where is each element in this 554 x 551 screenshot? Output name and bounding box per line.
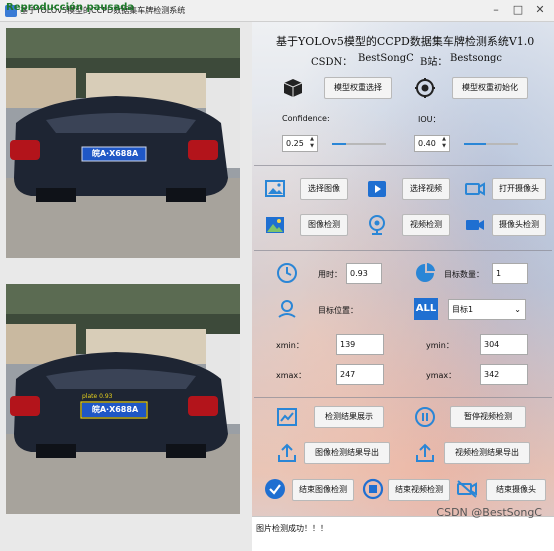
end-camera-button[interactable]: 结束摄像头: [486, 479, 546, 501]
init-weights-button[interactable]: 模型权重初始化: [452, 77, 528, 99]
video-camera-icon: [464, 214, 486, 236]
end-video-button[interactable]: 结束视频检测: [388, 479, 450, 501]
open-camera-button[interactable]: 打开摄像头: [492, 178, 546, 200]
original-image: 皖A·X688A: [6, 28, 240, 258]
maximize-icon[interactable]: □: [510, 3, 526, 17]
landscape-icon: [264, 214, 286, 236]
xmax-label: xmax：: [276, 371, 307, 380]
detected-plate-text: 皖A·X688A: [91, 405, 139, 414]
chevron-down-icon[interactable]: ⌄: [514, 300, 521, 319]
spin-arrows-icon[interactable]: ▲ ▼: [308, 136, 316, 151]
location-icon: [276, 298, 298, 320]
select-video-button[interactable]: 选择视频: [402, 178, 450, 200]
spin-arrows-icon[interactable]: ▲ ▼: [440, 136, 448, 151]
xmin-label: xmin：: [276, 341, 304, 350]
pause-icon: [414, 406, 436, 428]
export-video-button[interactable]: 视频检测结果导出: [444, 442, 530, 464]
position-label: 目标位置：: [318, 306, 358, 315]
pause-video-button[interactable]: 暂停视频检测: [450, 406, 526, 428]
count-field[interactable]: 1: [492, 263, 528, 284]
status-bar: 图片检测成功！！！: [252, 516, 554, 551]
detection-label: plate 0.93: [82, 393, 113, 400]
target-select[interactable]: 目标1 ⌄: [448, 299, 526, 320]
cube-icon: [282, 77, 304, 99]
clock-icon: [276, 262, 298, 284]
target-select-value: 目标1: [452, 305, 474, 314]
detected-image: plate 0.93 皖A·X688A: [6, 284, 240, 514]
camera-icon: [464, 178, 486, 200]
export-image-button[interactable]: 图像检测结果导出: [304, 442, 390, 464]
settings-icon: [414, 77, 436, 99]
title-bar: 基于YOLOv5模型的CCPD数据集车牌检测系统 Reproducción pa…: [0, 0, 554, 22]
divider: [254, 397, 552, 398]
csdn-label: CSDN：: [311, 57, 353, 68]
background-image: [252, 22, 554, 551]
stop-icon: [362, 478, 384, 500]
confidence-value: 0.25: [286, 139, 304, 148]
ymin-label: ymin：: [426, 341, 454, 350]
xmin-field[interactable]: 139: [336, 334, 384, 355]
ymin-field[interactable]: 304: [480, 334, 528, 355]
image-icon: [264, 178, 286, 200]
select-image-button[interactable]: 选择图像: [300, 178, 348, 200]
time-label: 用时：: [318, 270, 342, 279]
csdn-value: BestSongC: [358, 53, 414, 64]
overlay-text: Reproducción pausada: [6, 2, 135, 13]
camera-detect-button[interactable]: 摄像头检测: [492, 214, 546, 236]
minimize-icon[interactable]: –: [488, 3, 504, 17]
check-circle-icon: [264, 478, 286, 500]
show-results-button[interactable]: 检测结果展示: [314, 406, 384, 428]
ymax-field[interactable]: 342: [480, 364, 528, 385]
iou-slider-fill: [464, 143, 486, 145]
image-detect-button[interactable]: 图像检测: [300, 214, 348, 236]
bilibili-value: Bestsongc: [450, 53, 503, 64]
count-label: 目标数量：: [444, 270, 484, 279]
bilibili-label: B站：: [420, 57, 448, 68]
camera-off-icon: [456, 478, 478, 500]
confidence-slider[interactable]: [332, 143, 386, 145]
confidence-spinbox[interactable]: 0.25 ▲ ▼: [282, 135, 318, 152]
divider: [254, 250, 552, 251]
end-image-button[interactable]: 结束图像检测: [292, 479, 354, 501]
iou-label: IOU：: [418, 115, 441, 124]
watermark: CSDN @BestSongC: [436, 506, 542, 519]
upload-icon: [414, 442, 436, 464]
close-icon[interactable]: ✕: [532, 3, 548, 17]
confidence-slider-fill: [332, 143, 346, 145]
iou-slider[interactable]: [464, 143, 518, 145]
status-message: 图片检测成功！！！: [256, 524, 328, 533]
ymax-label: ymax：: [426, 371, 457, 380]
iou-spinbox[interactable]: 0.40 ▲ ▼: [414, 135, 450, 152]
all-icon: ALL: [414, 298, 438, 320]
xmax-field[interactable]: 247: [336, 364, 384, 385]
webcam-icon: [366, 214, 388, 236]
time-field[interactable]: 0.93: [346, 263, 382, 284]
select-weights-button[interactable]: 模型权重选择: [324, 77, 392, 99]
system-title: 基于YOLOv5模型的CCPD数据集车牌检测系统V1.0: [276, 35, 535, 48]
divider: [254, 165, 552, 166]
iou-value: 0.40: [418, 139, 436, 148]
line-chart-icon: [276, 406, 298, 428]
pie-chart-icon: [414, 262, 436, 284]
upload-icon: [276, 442, 298, 464]
confidence-label: Confidence:: [282, 114, 330, 123]
control-panel: 基于YOLOv5模型的CCPD数据集车牌检测系统V1.0 CSDN： BestS…: [252, 22, 554, 551]
video-file-icon: [366, 178, 388, 200]
plate-text: 皖A·X688A: [91, 149, 139, 158]
image-panel: 皖A·X688A plate 0.93 皖A·X688A: [0, 22, 252, 551]
video-detect-button[interactable]: 视频检测: [402, 214, 450, 236]
